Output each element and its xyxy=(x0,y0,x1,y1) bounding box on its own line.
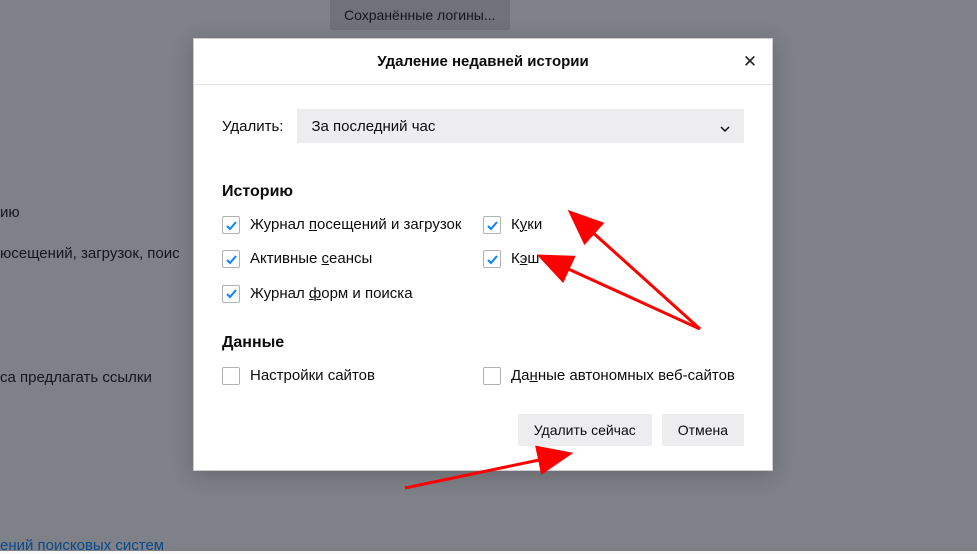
active-sessions-checkbox[interactable] xyxy=(222,250,240,268)
close-icon: ✕ xyxy=(743,52,757,72)
browsing-history-item: Журнал посещений и загрузок xyxy=(222,215,483,235)
active-sessions-label: Активные сеансы xyxy=(250,249,372,269)
active-sessions-item: Активные сеансы xyxy=(222,249,483,269)
site-settings-label: Настройки сайтов xyxy=(250,366,375,386)
cookies-label: Куки xyxy=(511,215,542,235)
chevron-down-icon xyxy=(720,121,730,131)
cache-checkbox[interactable] xyxy=(483,250,501,268)
time-range-value: За последний час xyxy=(311,118,435,135)
form-history-label: Журнал форм и поиска xyxy=(250,284,413,304)
dialog-title: Удаление недавней истории xyxy=(377,53,588,70)
history-check-grid: Журнал посещений и загрузок Куки Активны… xyxy=(222,215,744,304)
time-range-label: Удалить: xyxy=(222,118,283,135)
site-settings-item: Настройки сайтов xyxy=(222,366,483,386)
history-section-heading: Историю xyxy=(222,183,744,201)
browsing-history-checkbox[interactable] xyxy=(222,216,240,234)
check-icon xyxy=(486,219,499,232)
check-icon xyxy=(225,287,238,300)
site-settings-checkbox[interactable] xyxy=(222,367,240,385)
cancel-button[interactable]: Отмена xyxy=(662,414,744,446)
check-icon xyxy=(486,253,499,266)
dialog-body: Удалить: За последний час Историю Журнал… xyxy=(194,85,772,386)
close-button[interactable]: ✕ xyxy=(738,50,762,74)
clear-history-dialog: Удаление недавней истории ✕ Удалить: За … xyxy=(193,38,773,471)
dialog-footer: Удалить сейчас Отмена xyxy=(194,410,772,470)
clear-now-button[interactable]: Удалить сейчас xyxy=(518,414,652,446)
check-icon xyxy=(225,219,238,232)
browsing-history-label: Журнал посещений и загрузок xyxy=(250,215,461,235)
offline-data-label: Данные автономных веб-сайтов xyxy=(511,366,735,386)
cookies-item: Куки xyxy=(483,215,744,235)
form-history-item: Журнал форм и поиска xyxy=(222,284,483,304)
offline-data-item: Данные автономных веб-сайтов xyxy=(483,366,744,386)
form-history-checkbox[interactable] xyxy=(222,285,240,303)
data-check-grid: Настройки сайтов Данные автономных веб-с… xyxy=(222,366,744,386)
data-section-heading: Данные xyxy=(222,334,744,352)
cache-label: Кэш xyxy=(511,249,539,269)
cookies-checkbox[interactable] xyxy=(483,216,501,234)
dialog-header: Удаление недавней истории ✕ xyxy=(194,39,772,85)
cache-item: Кэш xyxy=(483,249,744,269)
check-icon xyxy=(225,253,238,266)
time-range-row: Удалить: За последний час xyxy=(222,109,744,143)
offline-data-checkbox[interactable] xyxy=(483,367,501,385)
time-range-select[interactable]: За последний час xyxy=(297,109,744,143)
